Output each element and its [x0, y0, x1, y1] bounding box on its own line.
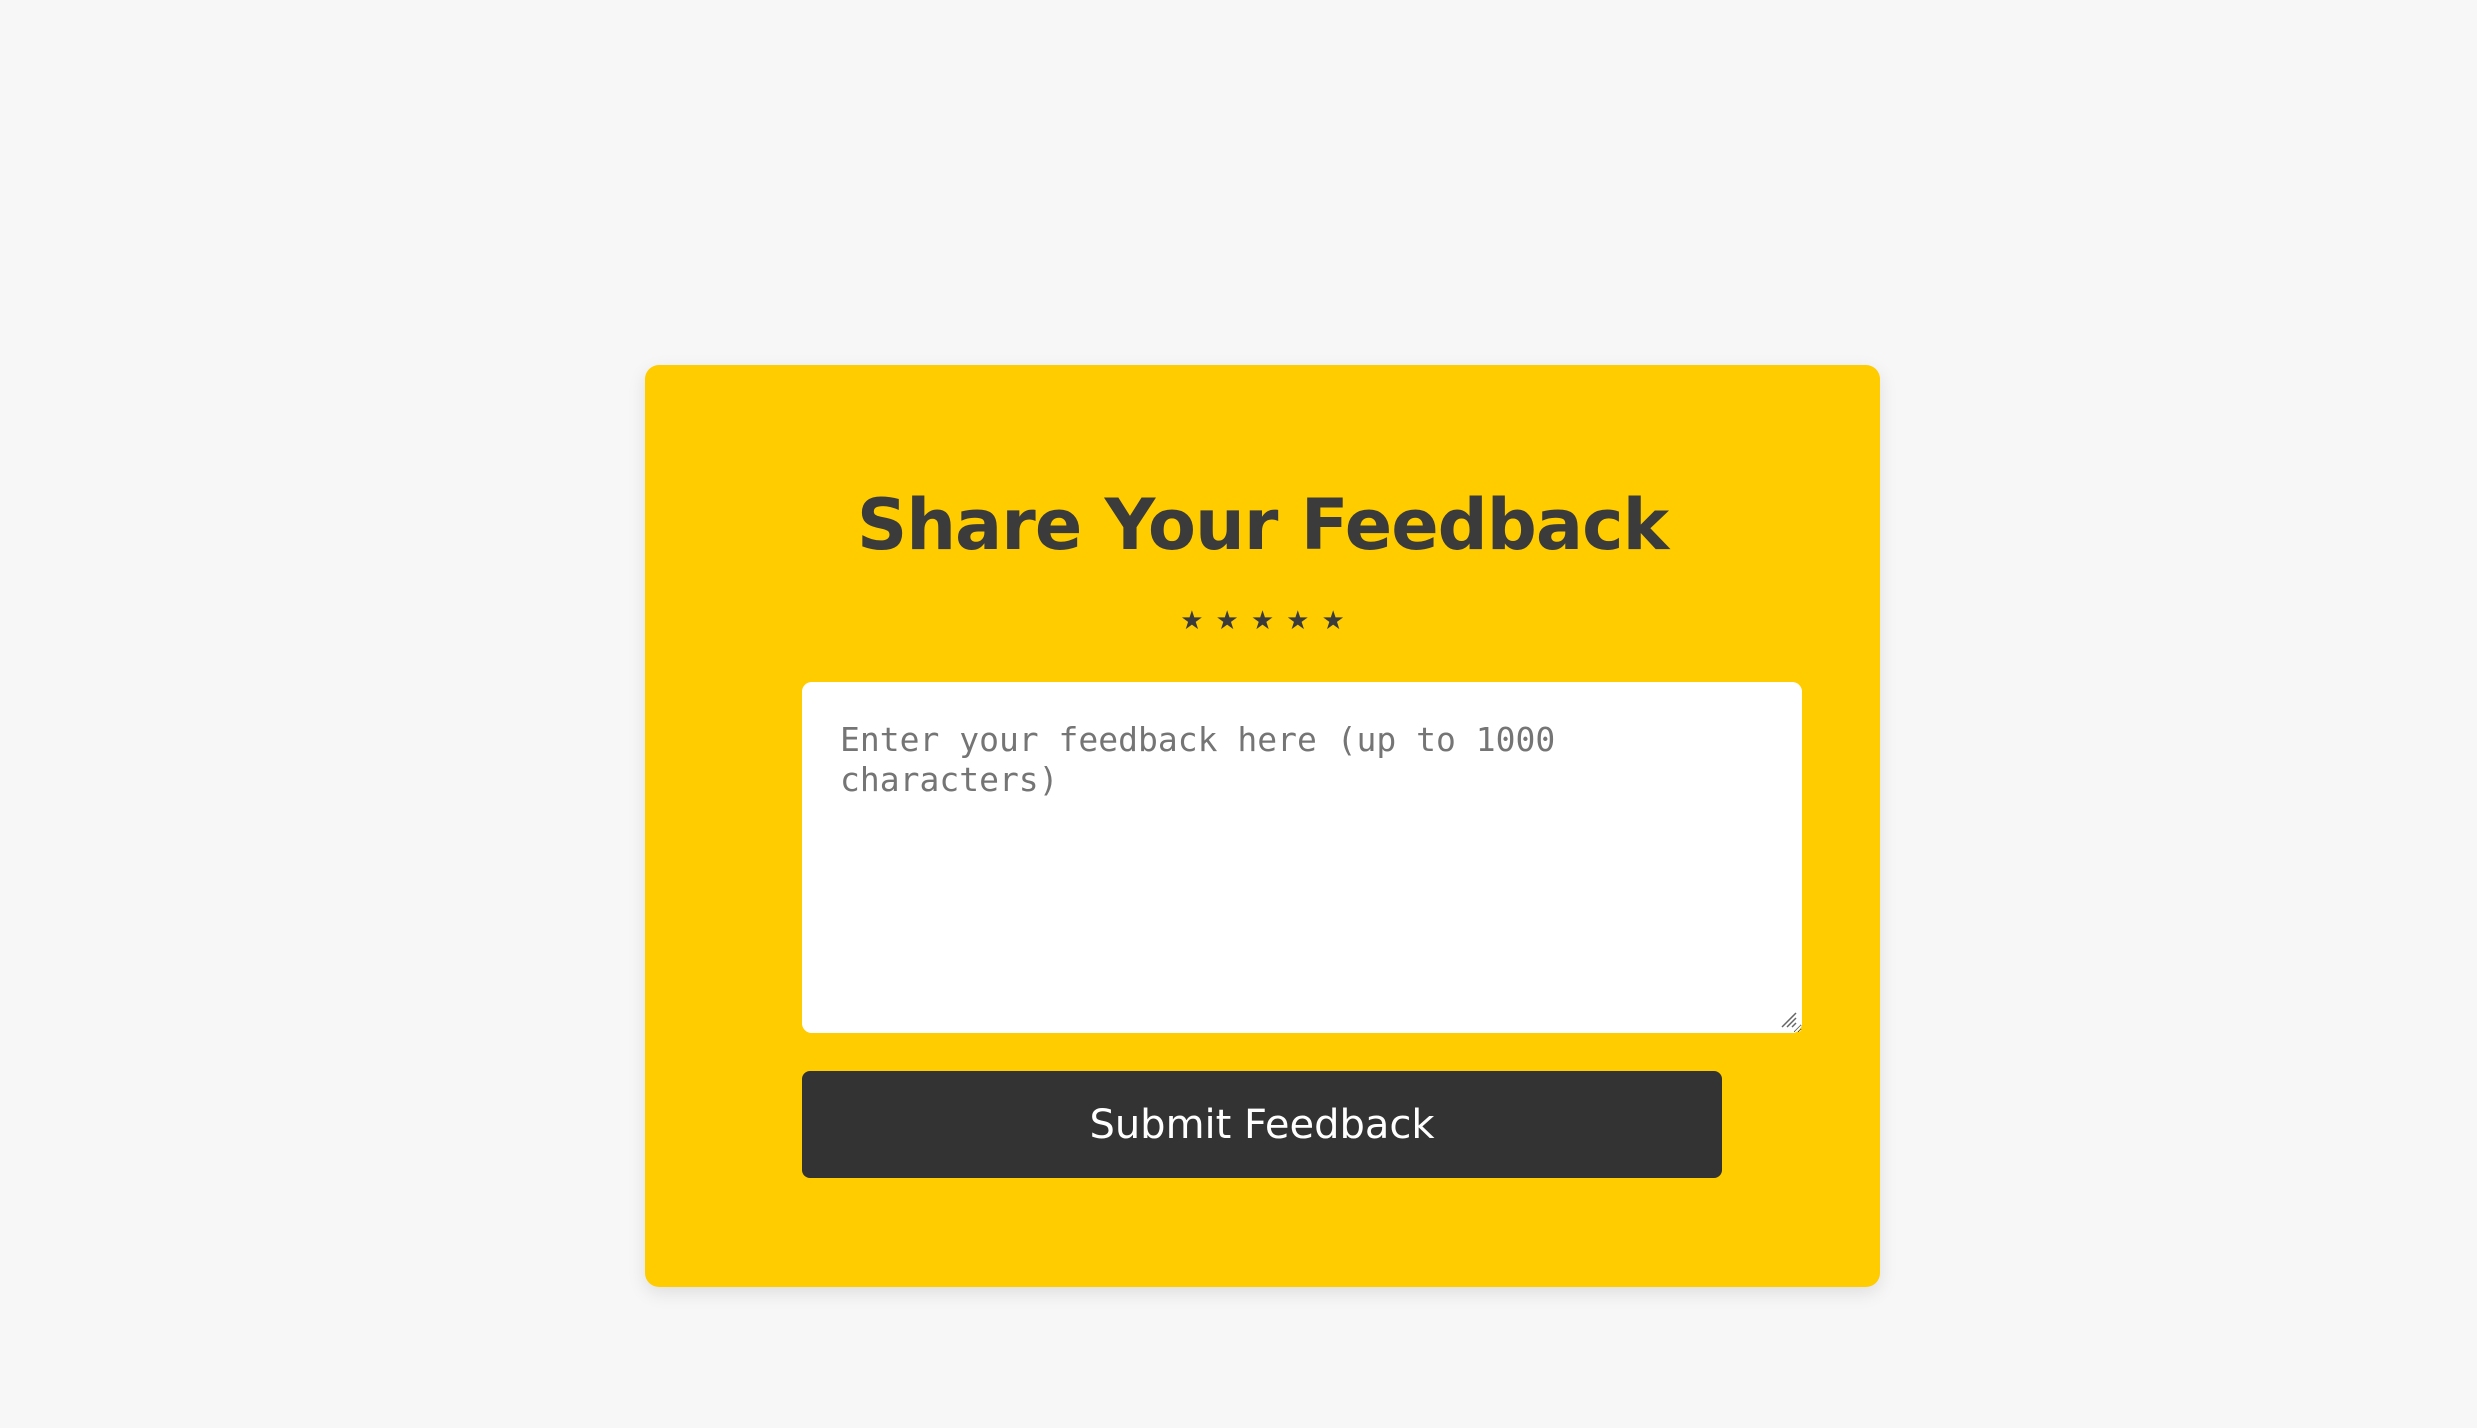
feedback-card: Share Your Feedback ★ ★ ★ ★ ★ Submit Feedbac… — [645, 365, 1880, 1287]
page-title: Share Your Feedback — [856, 484, 1669, 566]
star-rating[interactable]: ★ ★ ★ ★ ★ — [645, 608, 1880, 634]
star-icon-1[interactable]: ★ — [1180, 608, 1203, 634]
star-icon-3[interactable]: ★ — [1251, 608, 1274, 634]
star-icon-4[interactable]: ★ — [1286, 608, 1309, 634]
star-icon-2[interactable]: ★ — [1216, 608, 1239, 634]
feedback-textarea[interactable] — [802, 682, 1802, 1033]
feedback-textarea-container — [802, 682, 1802, 1033]
star-icon-5[interactable]: ★ — [1321, 608, 1344, 634]
submit-feedback-button[interactable]: Submit Feedback — [802, 1071, 1722, 1178]
